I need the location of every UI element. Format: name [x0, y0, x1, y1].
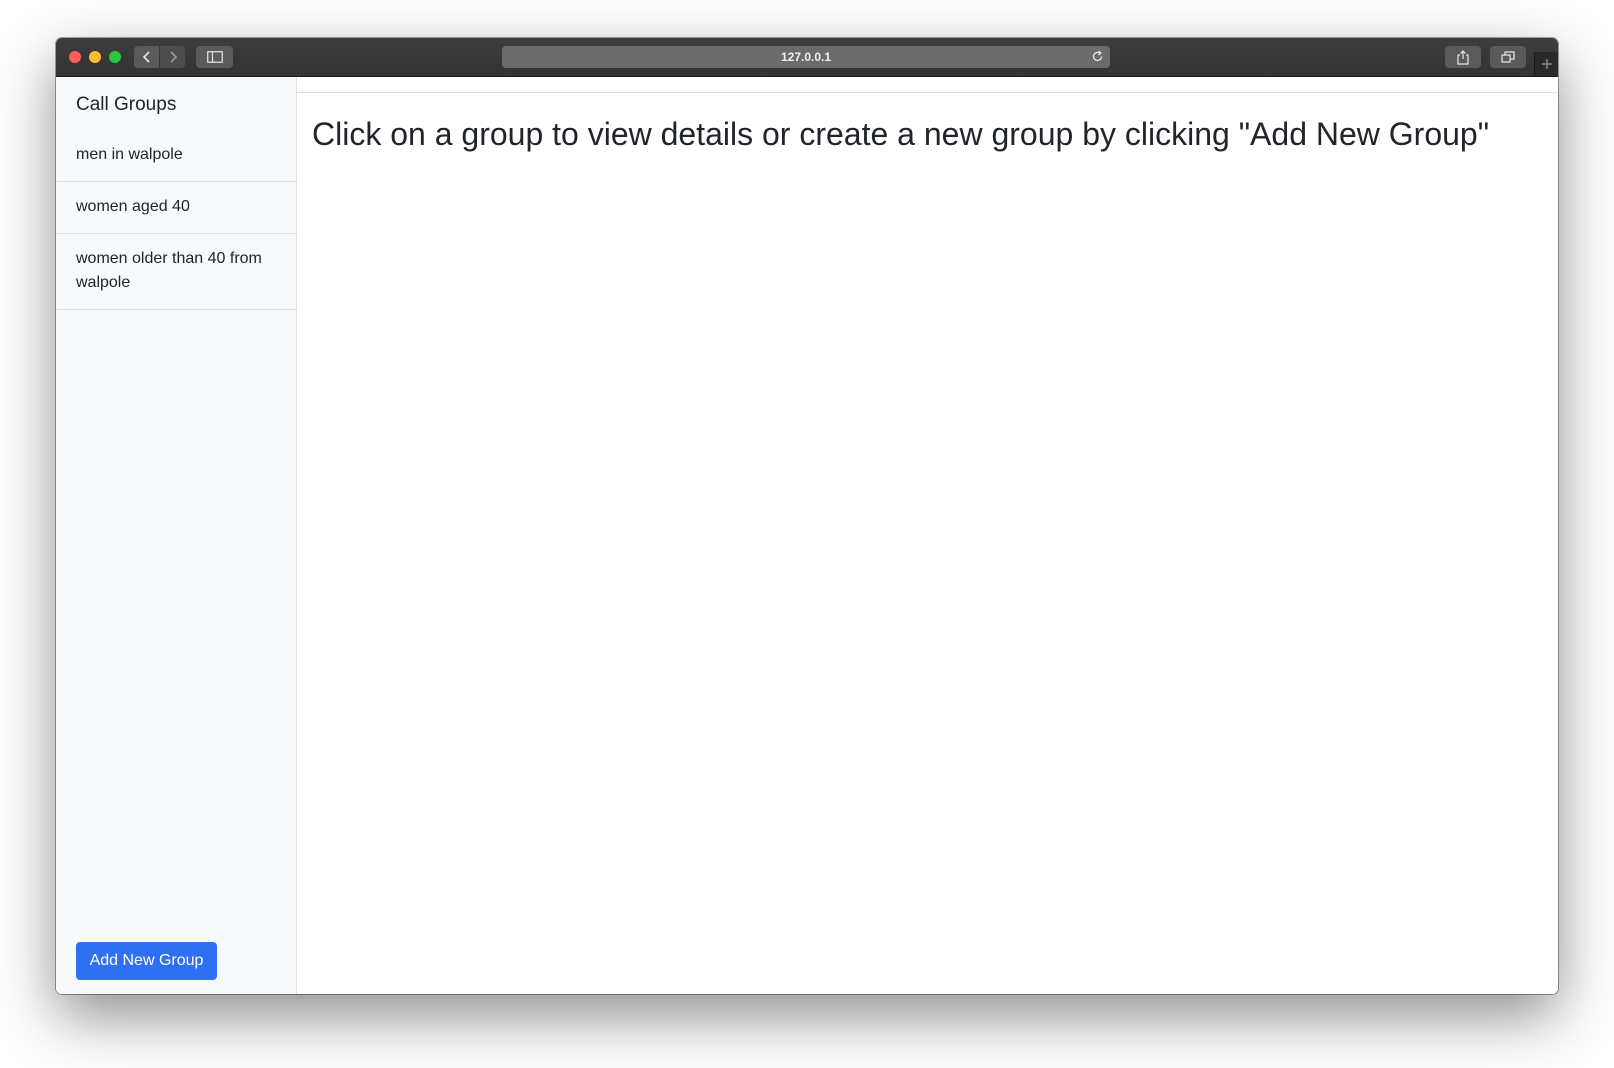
zoom-window-button[interactable] [109, 51, 121, 63]
page-heading: Click on a group to view details or crea… [312, 116, 1490, 152]
main-panel: Click on a group to view details or crea… [297, 77, 1558, 994]
back-chevron-icon [142, 51, 150, 63]
group-list: men in walpole women aged 40 women older… [56, 130, 296, 310]
group-item[interactable]: women aged 40 [56, 182, 296, 234]
page-content: Call Groups men in walpole women aged 40… [56, 77, 1558, 994]
minimize-window-button[interactable] [89, 51, 101, 63]
sidebar-title: Call Groups [76, 94, 177, 115]
browser-window: 127.0.0.1 Call Groups men in walpole wom… [56, 38, 1558, 994]
share-icon [1457, 49, 1469, 65]
url-text: 127.0.0.1 [780, 50, 832, 64]
sidebar-icon [206, 51, 223, 63]
divider [297, 92, 1558, 93]
group-item[interactable]: men in walpole [56, 130, 296, 182]
sidebar-toggle-button[interactable] [196, 46, 233, 68]
share-button[interactable] [1445, 46, 1481, 68]
back-button[interactable] [134, 46, 159, 68]
close-window-button[interactable] [69, 51, 81, 63]
new-tab-button[interactable] [1534, 52, 1558, 76]
forward-chevron-icon [169, 51, 177, 63]
address-bar[interactable]: 127.0.0.1 [502, 46, 1110, 68]
forward-button[interactable] [160, 46, 185, 68]
group-item[interactable]: women older than 40 from walpole [56, 234, 296, 310]
tabs-icon [1501, 51, 1515, 63]
add-new-group-button[interactable]: Add New Group [76, 942, 217, 980]
tabs-overview-button[interactable] [1490, 46, 1526, 68]
reload-icon[interactable] [1091, 50, 1104, 63]
plus-icon [1542, 59, 1552, 69]
browser-toolbar: 127.0.0.1 [56, 38, 1558, 77]
groups-sidebar: Call Groups men in walpole women aged 40… [56, 77, 297, 994]
